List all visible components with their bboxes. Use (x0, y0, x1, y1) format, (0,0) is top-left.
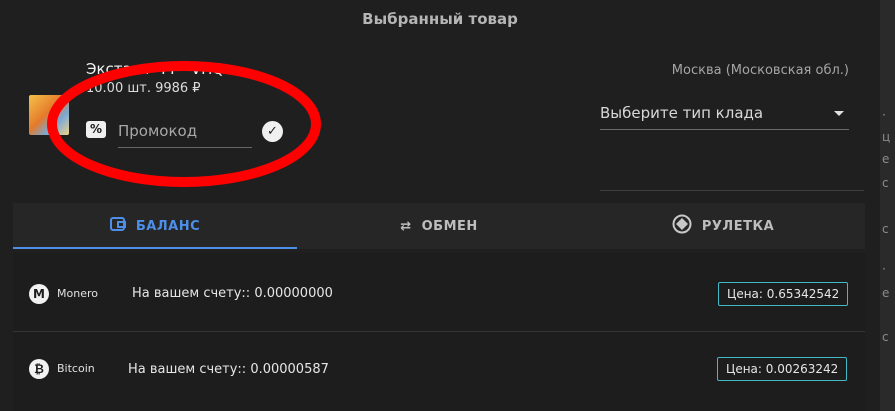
tab-balance-label: БАЛАНС (135, 218, 201, 234)
city-label: Москва (Московская обл.) (671, 63, 849, 78)
payment-tabs: БАЛАНС ⇄ ОБМЕН РУЛЕТКА (13, 203, 865, 249)
wallet-balance: На вашем счету:: 0.00000000 (132, 286, 333, 301)
coin-name: Monero (57, 287, 98, 300)
coin-name: Bitcoin (57, 362, 95, 375)
roulette-wheel-icon (672, 214, 692, 238)
active-tab-indicator (13, 247, 297, 249)
annotation-ellipse (47, 61, 321, 187)
delivery-type-placeholder: Выберите тип клада (600, 104, 764, 122)
background-page-edge: · ц е с с · е с (880, 0, 895, 411)
tab-exchange[interactable]: ⇄ ОБМЕН (297, 203, 581, 249)
wallet-row-monero[interactable]: M Monero На вашем счету:: 0.00000000 Цен… (13, 253, 865, 332)
chevron-down-icon (834, 111, 844, 116)
wallet-row-bitcoin[interactable]: ₿ Bitcoin На вашем счету:: 0.00000587 Це… (13, 333, 865, 411)
monero-icon: M (29, 284, 49, 304)
price-badge: Цена: 0.00263242 (717, 357, 848, 381)
tab-exchange-label: ОБМЕН (421, 218, 478, 234)
tab-roulette-label: РУЛЕТКА (701, 218, 775, 234)
tab-roulette[interactable]: РУЛЕТКА (581, 203, 865, 249)
divider (600, 190, 864, 191)
wallet-icon (109, 216, 126, 236)
bitcoin-icon: ₿ (29, 359, 49, 379)
price-badge: Цена: 0.65342542 (718, 282, 849, 306)
wallet-list: M Monero На вашем счету:: 0.00000000 Цен… (13, 253, 865, 411)
tab-balance[interactable]: БАЛАНС (13, 203, 297, 249)
page-title: Выбранный товар (362, 10, 518, 28)
exchange-arrows-icon: ⇄ (400, 218, 412, 234)
delivery-type-select[interactable]: Выберите тип клада (600, 97, 849, 130)
wallet-balance: На вашем счету:: 0.00000587 (128, 362, 329, 377)
